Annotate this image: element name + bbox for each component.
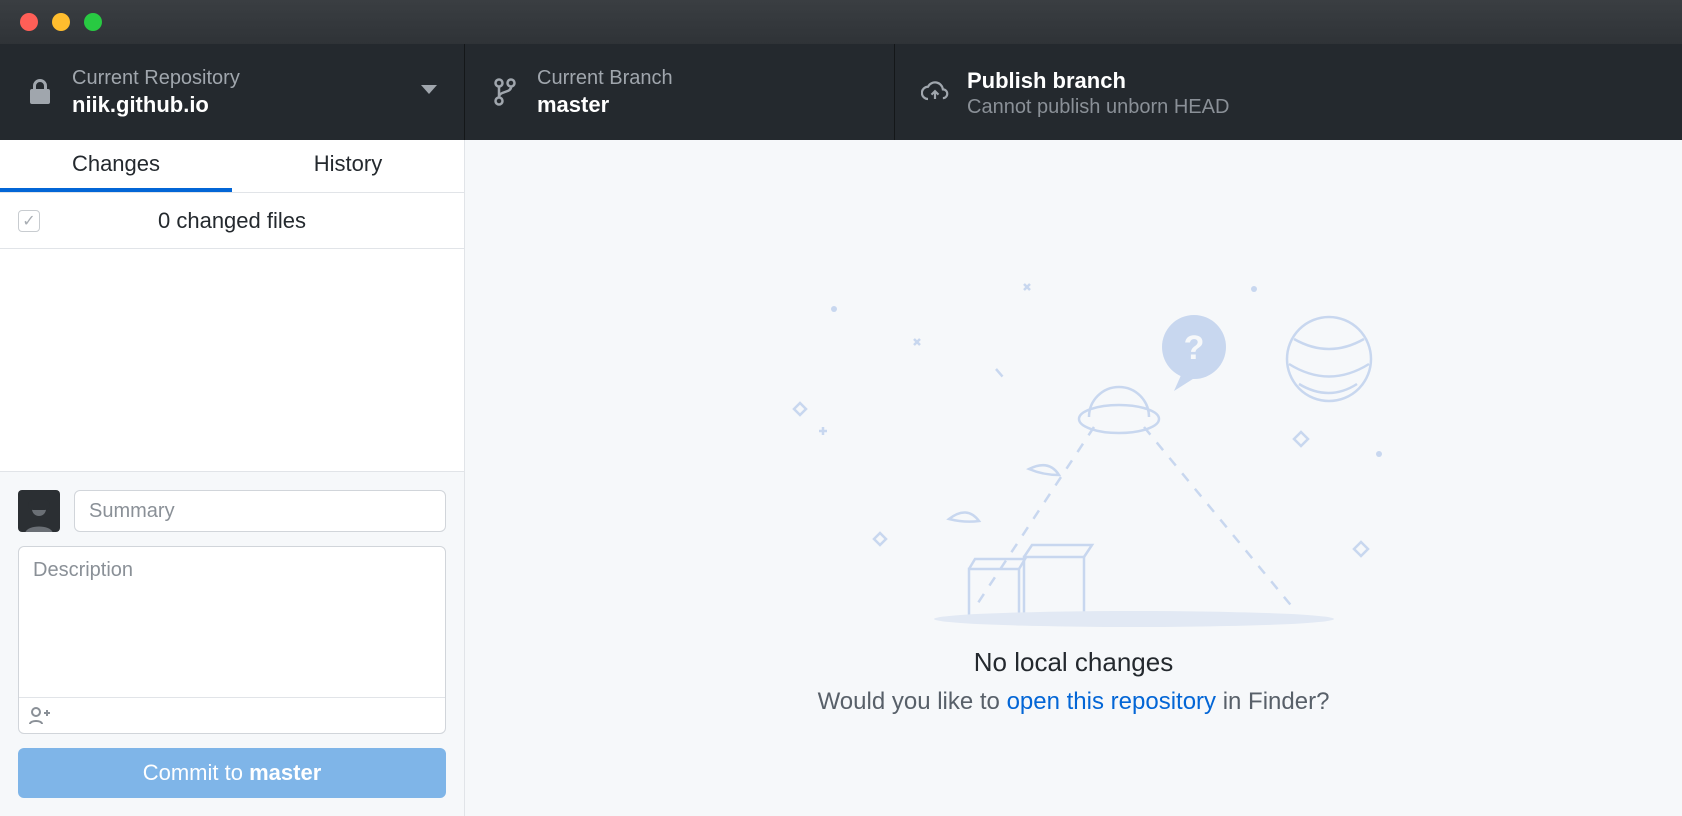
sidebar-tabs: Changes History xyxy=(0,140,464,193)
publish-branch-button[interactable]: Publish branch Cannot publish unborn HEA… xyxy=(895,44,1682,140)
repo-label: Current Repository xyxy=(72,67,240,90)
git-branch-icon xyxy=(491,78,519,106)
select-all-checkbox[interactable]: ✓ xyxy=(18,210,40,232)
summary-input[interactable] xyxy=(74,490,446,532)
commit-button[interactable]: Commit to master xyxy=(18,748,446,798)
main-content: ? No local changes Would you xyxy=(465,140,1682,816)
repo-name: niik.github.io xyxy=(72,92,240,118)
description-input[interactable] xyxy=(19,547,445,697)
branch-label: Current Branch xyxy=(537,67,673,90)
branch-name: master xyxy=(537,92,673,118)
add-coauthors-button[interactable] xyxy=(19,697,445,733)
current-branch-dropdown[interactable]: Current Branch master xyxy=(465,44,895,140)
empty-state-subtitle: Would you like to open this repository i… xyxy=(818,688,1330,716)
window-minimize-button[interactable] xyxy=(52,13,70,31)
changed-files-count: 0 changed files xyxy=(58,208,406,234)
window-close-button[interactable] xyxy=(20,13,38,31)
changes-header: ✓ 0 changed files xyxy=(0,193,464,249)
app-toolbar: Current Repository niik.github.io Curren… xyxy=(0,44,1682,140)
publish-sub: Cannot publish unborn HEAD xyxy=(967,96,1229,119)
tab-history[interactable]: History xyxy=(232,140,464,192)
chevron-down-icon xyxy=(420,83,438,101)
commit-form: Commit to master xyxy=(0,471,464,816)
window-titlebar xyxy=(0,0,1682,44)
empty-state-illustration: ? xyxy=(714,269,1434,629)
changes-list-empty xyxy=(0,249,464,471)
empty-prompt-pre: Would you like to xyxy=(818,688,1007,715)
window-maximize-button[interactable] xyxy=(84,13,102,31)
empty-prompt-post: in Finder? xyxy=(1216,688,1329,715)
publish-label: Publish branch xyxy=(967,68,1229,94)
commit-button-branch: master xyxy=(249,760,321,785)
svg-text:?: ? xyxy=(1183,329,1204,367)
commit-button-prefix: Commit to xyxy=(143,760,249,785)
avatar xyxy=(18,490,60,532)
cloud-upload-icon xyxy=(921,80,949,104)
tab-changes[interactable]: Changes xyxy=(0,140,232,192)
empty-state-title: No local changes xyxy=(974,647,1173,678)
description-wrapper xyxy=(18,546,446,734)
sidebar: Changes History ✓ 0 changed files Com xyxy=(0,140,465,816)
lock-icon xyxy=(26,79,54,105)
current-repository-dropdown[interactable]: Current Repository niik.github.io xyxy=(0,44,465,140)
open-repository-link[interactable]: open this repository xyxy=(1007,688,1216,715)
